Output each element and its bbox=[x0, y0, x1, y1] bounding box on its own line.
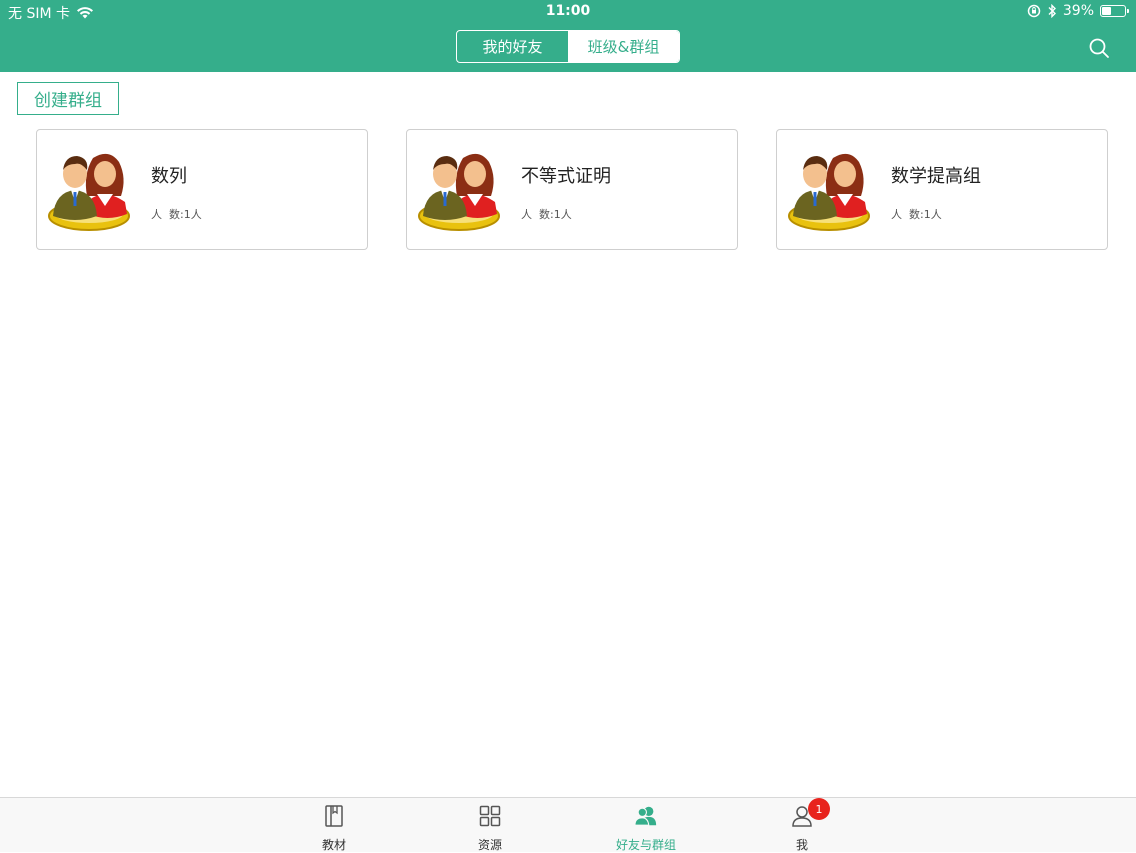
grid-icon bbox=[479, 805, 501, 827]
tab-label: 教材 bbox=[321, 838, 346, 852]
tab-resources[interactable]: 资源 bbox=[450, 798, 530, 853]
member-count: 人 数:1人 bbox=[521, 208, 572, 221]
clock: 11:00 bbox=[545, 3, 591, 19]
group-name: 不等式证明 bbox=[521, 166, 611, 187]
group-card[interactable]: 数列 人 数:1人 bbox=[36, 129, 368, 250]
tab-label: 我 bbox=[795, 838, 808, 852]
member-count: 人 数:1人 bbox=[891, 208, 942, 221]
search-icon[interactable] bbox=[1088, 37, 1110, 59]
group-name: 数学提高组 bbox=[891, 166, 981, 187]
create-group-button[interactable]: 创建群组 bbox=[17, 82, 119, 115]
battery-percent: 39% bbox=[1062, 3, 1094, 19]
status-bar: 无 SIM 卡 11:00 39% bbox=[0, 0, 1136, 24]
group-avatar-icon bbox=[418, 153, 500, 231]
tab-label: 好友与群组 bbox=[615, 838, 676, 852]
member-count: 人 数:1人 bbox=[151, 208, 202, 221]
group-card[interactable]: 不等式证明 人 数:1人 bbox=[406, 129, 738, 250]
bluetooth-icon bbox=[1048, 4, 1056, 18]
group-avatar-icon bbox=[48, 153, 130, 231]
tab-label: 资源 bbox=[477, 838, 502, 852]
group-name: 数列 bbox=[151, 166, 187, 187]
book-icon bbox=[325, 805, 343, 827]
top-bar: 无 SIM 卡 11:00 39% 我的好友 班级&群组 bbox=[0, 0, 1136, 72]
tab-me[interactable]: 1 我 bbox=[762, 798, 842, 853]
tab-classes-groups[interactable]: 班级&群组 bbox=[568, 31, 679, 62]
group-card[interactable]: 数学提高组 人 数:1人 bbox=[776, 129, 1108, 250]
orientation-lock-icon bbox=[1027, 4, 1041, 18]
group-avatar-icon bbox=[788, 153, 870, 231]
people-icon bbox=[634, 806, 657, 826]
bottom-tab-bar: 教材 资源 好友与群组 1 我 bbox=[0, 797, 1136, 852]
tab-friends-groups[interactable]: 好友与群组 bbox=[606, 798, 686, 853]
tab-my-friends[interactable]: 我的好友 bbox=[457, 31, 568, 62]
segmented-control: 我的好友 班级&群组 bbox=[456, 30, 680, 63]
battery-icon bbox=[1100, 5, 1129, 17]
tab-textbook[interactable]: 教材 bbox=[294, 798, 374, 853]
notification-badge: 1 bbox=[808, 798, 830, 820]
